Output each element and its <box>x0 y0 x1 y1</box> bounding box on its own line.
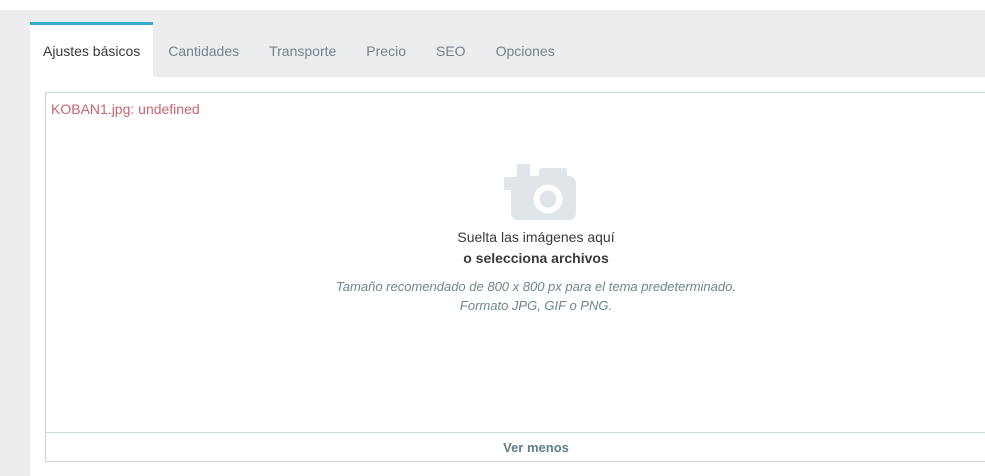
tab-label: Cantidades <box>168 43 240 59</box>
tab-label: Ajustes básicos <box>43 43 141 59</box>
dropzone-footer: Ver menos <box>46 432 985 461</box>
tab-seo[interactable]: SEO <box>421 22 481 77</box>
tab-opciones[interactable]: Opciones <box>481 22 570 77</box>
ver-menos-button[interactable]: Ver menos <box>503 440 569 455</box>
tab-ajustes-basicos[interactable]: Ajustes básicos <box>30 22 154 77</box>
tab-cantidades[interactable]: Cantidades <box>153 22 254 77</box>
dropzone-format-hint: Formato JPG, GIF o PNG. <box>459 298 613 313</box>
tab-label: Precio <box>366 43 406 59</box>
upload-error-message: KOBAN1.jpg: undefined <box>51 101 200 117</box>
add-photo-icon <box>496 162 576 225</box>
image-dropzone-panel[interactable]: KOBAN1.jpg: undefined Suelta las imágene… <box>45 92 985 462</box>
tab-label: Opciones <box>495 43 555 59</box>
tab-label: Transporte <box>269 43 337 59</box>
product-tabs: Ajustes básicos Cantidades Transporte Pr… <box>30 22 570 77</box>
dropzone-size-hint: Tamaño recomendado de 800 x 800 px para … <box>336 279 736 294</box>
dropzone-instruction: Suelta las imágenes aquí <box>457 229 615 245</box>
tab-label: SEO <box>435 43 466 59</box>
select-files-button[interactable]: o selecciona archivos <box>46 248 985 268</box>
tab-transporte[interactable]: Transporte <box>254 22 351 77</box>
product-edit-screen: Ajustes básicos Cantidades Transporte Pr… <box>0 0 985 476</box>
dropzone-body: Suelta las imágenes aquí o selecciona ar… <box>46 118 985 315</box>
tab-precio[interactable]: Precio <box>351 22 421 77</box>
